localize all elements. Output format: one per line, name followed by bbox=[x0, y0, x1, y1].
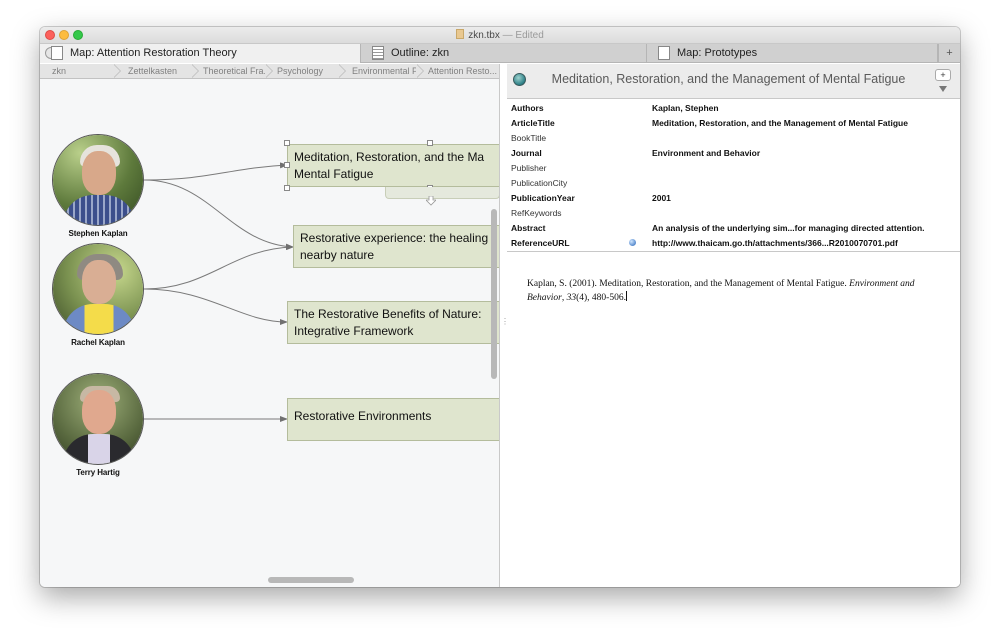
attribute-key: BookTitle bbox=[511, 133, 547, 143]
attribute-key: Authors bbox=[511, 103, 544, 113]
note-title-line: nearby nature bbox=[300, 248, 375, 262]
citation-text: Kaplan, S. (2001). Meditation, Restorati… bbox=[527, 279, 850, 289]
note-title-line: The Restorative Benefits of Nature: bbox=[294, 307, 482, 321]
attribute-key: Publisher bbox=[511, 163, 547, 173]
map-view[interactable]: zkn Zettelkasten Theoretical Fra... Psyc… bbox=[40, 64, 500, 587]
tab-map-prototypes[interactable]: Map: Prototypes bbox=[647, 44, 938, 63]
link-line bbox=[143, 162, 288, 181]
note-title-line: Restorative Environments bbox=[294, 409, 432, 423]
outline-icon bbox=[372, 46, 384, 60]
split-view-divider[interactable] bbox=[501, 317, 509, 326]
attribute-value[interactable]: Meditation, Restoration, and the Managem… bbox=[652, 118, 908, 128]
attribute-key: Abstract bbox=[511, 223, 546, 233]
avatar bbox=[52, 134, 144, 226]
attribute-value[interactable]: 2001 bbox=[652, 193, 671, 203]
attribute-row[interactable]: Abstract An analysis of the underlying s… bbox=[507, 220, 960, 235]
edited-status: — Edited bbox=[502, 30, 544, 41]
person-name: Terry Hartig bbox=[76, 468, 120, 477]
avatar bbox=[52, 373, 144, 465]
citation-volume: 33 bbox=[566, 293, 577, 303]
tab-outline-zkn[interactable]: Outline: zkn bbox=[361, 44, 647, 63]
note-title-line: Mental Fatigue bbox=[294, 167, 374, 181]
key-attributes-table: Authors Kaplan, Stephen ArticleTitle Med… bbox=[507, 100, 960, 252]
attribute-key: RefKeywords bbox=[511, 208, 562, 218]
horizontal-scrollbar[interactable] bbox=[268, 577, 354, 583]
window-title: zkn.tbx — Edited bbox=[40, 29, 960, 41]
note-meditation-restoration[interactable]: Meditation, Restoration, and the Ma Ment… bbox=[287, 144, 499, 187]
note-detail-pane: Meditation, Restoration, and the Managem… bbox=[507, 64, 960, 587]
open-url-icon[interactable] bbox=[629, 239, 636, 246]
attribute-row[interactable]: RefKeywords bbox=[507, 205, 960, 220]
resize-handle[interactable] bbox=[427, 140, 433, 146]
text-caret bbox=[625, 291, 627, 301]
note-title-line: Meditation, Restoration, and the Ma bbox=[294, 150, 485, 164]
attribute-row[interactable]: PublicationYear 2001 bbox=[507, 190, 960, 205]
tab-label: Outline: zkn bbox=[391, 47, 450, 59]
map-icon bbox=[51, 46, 63, 60]
note-restorative-experience[interactable]: Restorative experience: the healing near… bbox=[293, 225, 499, 268]
avatar bbox=[52, 243, 144, 335]
attribute-row[interactable]: Authors Kaplan, Stephen bbox=[507, 100, 960, 115]
tab-label: Map: Attention Restoration Theory bbox=[70, 47, 237, 59]
collapse-triangle-icon[interactable] bbox=[939, 86, 947, 92]
note-title[interactable]: Meditation, Restoration, and the Managem… bbox=[537, 72, 920, 86]
attribute-value[interactable]: An analysis of the underlying sim...for … bbox=[652, 223, 925, 233]
person-stephen-kaplan[interactable]: Stephen Kaplan bbox=[52, 134, 144, 238]
attribute-value[interactable]: http://www.thaicam.go.th/attachments/366… bbox=[652, 238, 898, 248]
expand-down-icon[interactable] bbox=[426, 196, 436, 206]
note-restorative-benefits[interactable]: The Restorative Benefits of Nature: Inte… bbox=[287, 301, 499, 344]
title-bar: zkn.tbx — Edited bbox=[40, 27, 960, 44]
person-name: Stephen Kaplan bbox=[68, 229, 128, 238]
tab-map-attention-restoration[interactable]: Map: Attention Restoration Theory bbox=[40, 44, 361, 63]
attribute-key: PublicationYear bbox=[511, 193, 575, 203]
window-title-text: zkn.tbx bbox=[468, 30, 500, 41]
app-window: zkn.tbx — Edited Map: Attention Restorat… bbox=[40, 27, 960, 587]
note-text-editor[interactable]: Kaplan, S. (2001). Meditation, Restorati… bbox=[507, 260, 960, 587]
attribute-key: Journal bbox=[511, 148, 542, 158]
attribute-key: PublicationCity bbox=[511, 178, 568, 188]
note-title-line: Restorative experience: the healing bbox=[300, 231, 489, 245]
attribute-row[interactable]: ReferenceURL http://www.thaicam.go.th/at… bbox=[507, 235, 960, 250]
note-subnote-area bbox=[385, 187, 499, 199]
note-header: Meditation, Restoration, and the Managem… bbox=[507, 64, 960, 99]
resize-handle[interactable] bbox=[284, 162, 290, 168]
add-tab-button[interactable]: + bbox=[938, 44, 960, 63]
attribute-row[interactable]: ArticleTitle Meditation, Restoration, an… bbox=[507, 115, 960, 130]
tab-label: Map: Prototypes bbox=[677, 47, 758, 59]
attribute-row[interactable]: Publisher bbox=[507, 160, 960, 175]
note-badge-icon[interactable] bbox=[513, 73, 526, 86]
link-line bbox=[143, 179, 294, 250]
document-icon bbox=[456, 29, 465, 39]
note-title-line: Integrative Framework bbox=[294, 324, 414, 338]
link-line bbox=[143, 244, 294, 290]
person-name: Rachel Kaplan bbox=[71, 338, 125, 347]
tab-bar: Map: Attention Restoration Theory Outlin… bbox=[40, 44, 960, 63]
resize-handle[interactable] bbox=[284, 140, 290, 146]
attribute-value[interactable]: Kaplan, Stephen bbox=[652, 103, 719, 113]
attribute-key: ReferenceURL bbox=[511, 238, 570, 248]
attribute-row[interactable]: PublicationCity bbox=[507, 175, 960, 190]
citation-comma: , bbox=[561, 293, 565, 303]
person-rachel-kaplan[interactable]: Rachel Kaplan bbox=[52, 243, 144, 347]
resize-handle[interactable] bbox=[284, 185, 290, 191]
vertical-scrollbar[interactable] bbox=[491, 209, 497, 379]
note-restorative-environments[interactable]: Restorative Environments bbox=[287, 398, 499, 441]
attribute-value[interactable]: Environment and Behavior bbox=[652, 148, 760, 158]
map-icon bbox=[658, 46, 670, 60]
attribute-row[interactable]: BookTitle bbox=[507, 130, 960, 145]
citation-issue-pages: (4), 480-506. bbox=[576, 293, 626, 303]
attribute-row[interactable]: Journal Environment and Behavior bbox=[507, 145, 960, 160]
add-attribute-button[interactable]: + bbox=[935, 69, 951, 81]
person-terry-hartig[interactable]: Terry Hartig bbox=[52, 373, 144, 477]
link-line bbox=[143, 288, 288, 325]
attribute-key: ArticleTitle bbox=[511, 118, 555, 128]
